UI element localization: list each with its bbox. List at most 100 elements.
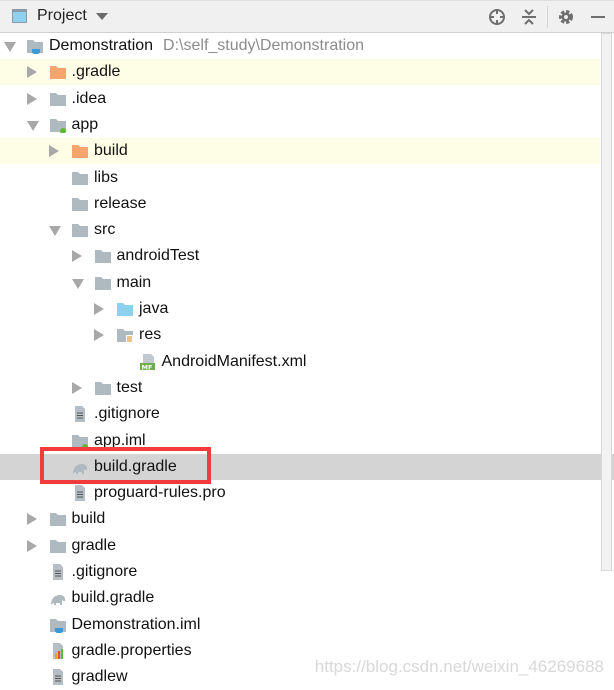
properties-file-icon (52, 642, 63, 659)
item-path: D:\self_study\Demonstration (163, 37, 365, 54)
tree-item-label: app.iml (94, 432, 146, 450)
text-file-icon (75, 406, 85, 423)
item-name: build.gradle (71, 589, 155, 607)
tree-item[interactable]: src (0, 217, 600, 243)
tree-item[interactable]: res (0, 322, 600, 348)
tree-item-label: main (117, 274, 152, 292)
tree-item[interactable]: proguard-rules.pro (0, 480, 600, 506)
chevron-down-icon[interactable] (26, 120, 39, 131)
tree-item-label: app (72, 116, 99, 134)
item-name: libs (94, 168, 119, 186)
tree-item[interactable]: androidTest (0, 243, 600, 269)
tree-item[interactable]: .gitignore (0, 401, 600, 427)
tree-item[interactable]: Demonstration D:\self_study\Demonstration (0, 33, 600, 59)
item-name: gradle.properties (71, 641, 192, 659)
tree-item-label: test (117, 379, 143, 397)
tree-item-label: gradle.properties (72, 642, 192, 660)
chevron-down-icon[interactable] (71, 278, 84, 289)
folder-orange-icon (72, 145, 88, 159)
tree-item[interactable]: gradle (0, 533, 600, 559)
text-file-icon (52, 669, 63, 686)
tree-item[interactable]: app.iml (0, 428, 600, 454)
folder-blue-icon (117, 303, 133, 316)
item-name: test (116, 378, 143, 396)
item-name: build (71, 510, 106, 528)
chevron-right-icon[interactable] (26, 539, 37, 552)
tree-item[interactable]: Demonstration.iml (0, 612, 600, 638)
tree-item[interactable]: .idea (0, 86, 600, 112)
tree-item-label: gradle (72, 537, 116, 555)
chevron-down-icon[interactable] (49, 226, 61, 237)
item-name: main (116, 273, 152, 291)
tree-item-label: src (94, 221, 115, 239)
folder-icon (94, 276, 111, 290)
gradle-elephant-icon (73, 463, 87, 474)
tree-item[interactable]: build (0, 138, 600, 165)
chevron-right-icon[interactable] (94, 329, 104, 342)
collapse-all-icon[interactable] (518, 6, 540, 28)
chevron-right-icon[interactable] (26, 66, 37, 79)
folder-icon (94, 381, 111, 395)
project-view-selector[interactable]: Project (12, 7, 108, 25)
item-name: build.gradle (94, 457, 177, 475)
chevron-right-icon[interactable] (94, 303, 104, 315)
project-title: Project (37, 7, 87, 24)
chevron-right-icon[interactable] (26, 92, 37, 105)
tree-item-label: Demonstration.iml (72, 616, 201, 634)
item-name: gradlew (71, 668, 128, 686)
tree-item[interactable]: test (0, 375, 600, 401)
item-name: gradle (71, 536, 116, 554)
tree-item[interactable]: build.gradle (0, 453, 614, 480)
folder-icon (49, 513, 66, 527)
tree-item[interactable]: .gitignore (0, 559, 600, 585)
folder-icon (94, 250, 111, 264)
folder-icon (72, 171, 88, 185)
item-name: app.iml (94, 431, 146, 449)
chevron-down-icon[interactable] (4, 42, 16, 52)
tree-item-label: res (139, 326, 161, 344)
chevron-right-icon[interactable] (49, 145, 59, 158)
item-name: .gitignore (94, 405, 160, 423)
tree-item[interactable]: java (0, 296, 600, 322)
android-module-folder-icon (49, 118, 66, 133)
tree-item[interactable]: app (0, 112, 600, 138)
tree-item[interactable]: release (0, 191, 600, 217)
tree-item-label: release (94, 195, 146, 213)
item-name: AndroidManifest.xml (161, 352, 307, 370)
tree-item-label: build.gradle (94, 458, 177, 476)
tree-item-label: Demonstration D:\self_study\Demonstration (49, 37, 364, 55)
tree-item[interactable]: .gradle (0, 59, 600, 86)
vertical-scrollbar[interactable] (601, 33, 612, 571)
tree-item[interactable]: build (0, 506, 600, 532)
tree-item[interactable]: libs (0, 165, 600, 191)
locate-icon[interactable] (486, 6, 508, 28)
gradle-elephant-icon (50, 595, 65, 606)
watermark: https://blog.csdn.net/weixin_46269688 (314, 657, 604, 676)
item-name: Demonstration (49, 37, 154, 54)
gear-icon[interactable] (555, 6, 577, 28)
android-module-folder-icon (72, 434, 88, 449)
project-window-icon (12, 9, 27, 23)
chevron-right-icon[interactable] (71, 250, 82, 263)
tree-item-label: build (72, 510, 106, 528)
manifest-file-icon: MF (139, 353, 155, 370)
tree-item-label: .gradle (72, 63, 121, 81)
folder-icon (72, 224, 88, 238)
text-file-icon (52, 564, 63, 580)
module-folder-icon (27, 40, 43, 54)
tree-item-label: build (94, 142, 128, 160)
item-name: app (71, 115, 99, 133)
text-file-icon (75, 485, 85, 502)
item-name: androidTest (116, 247, 200, 265)
tree-item-label: libs (94, 169, 118, 187)
resource-folder-icon (117, 329, 133, 344)
tree-item[interactable]: MF AndroidManifest.xml (0, 349, 600, 375)
item-name: proguard-rules.pro (94, 484, 226, 502)
tree-item-label: build.gradle (72, 589, 155, 607)
tree-item-label: .idea (72, 90, 107, 108)
chevron-right-icon[interactable] (71, 381, 82, 394)
minimize-icon[interactable] (587, 6, 609, 28)
tree-item[interactable]: main (0, 270, 600, 296)
tree-item[interactable]: build.gradle (0, 585, 600, 611)
chevron-right-icon[interactable] (26, 513, 37, 526)
